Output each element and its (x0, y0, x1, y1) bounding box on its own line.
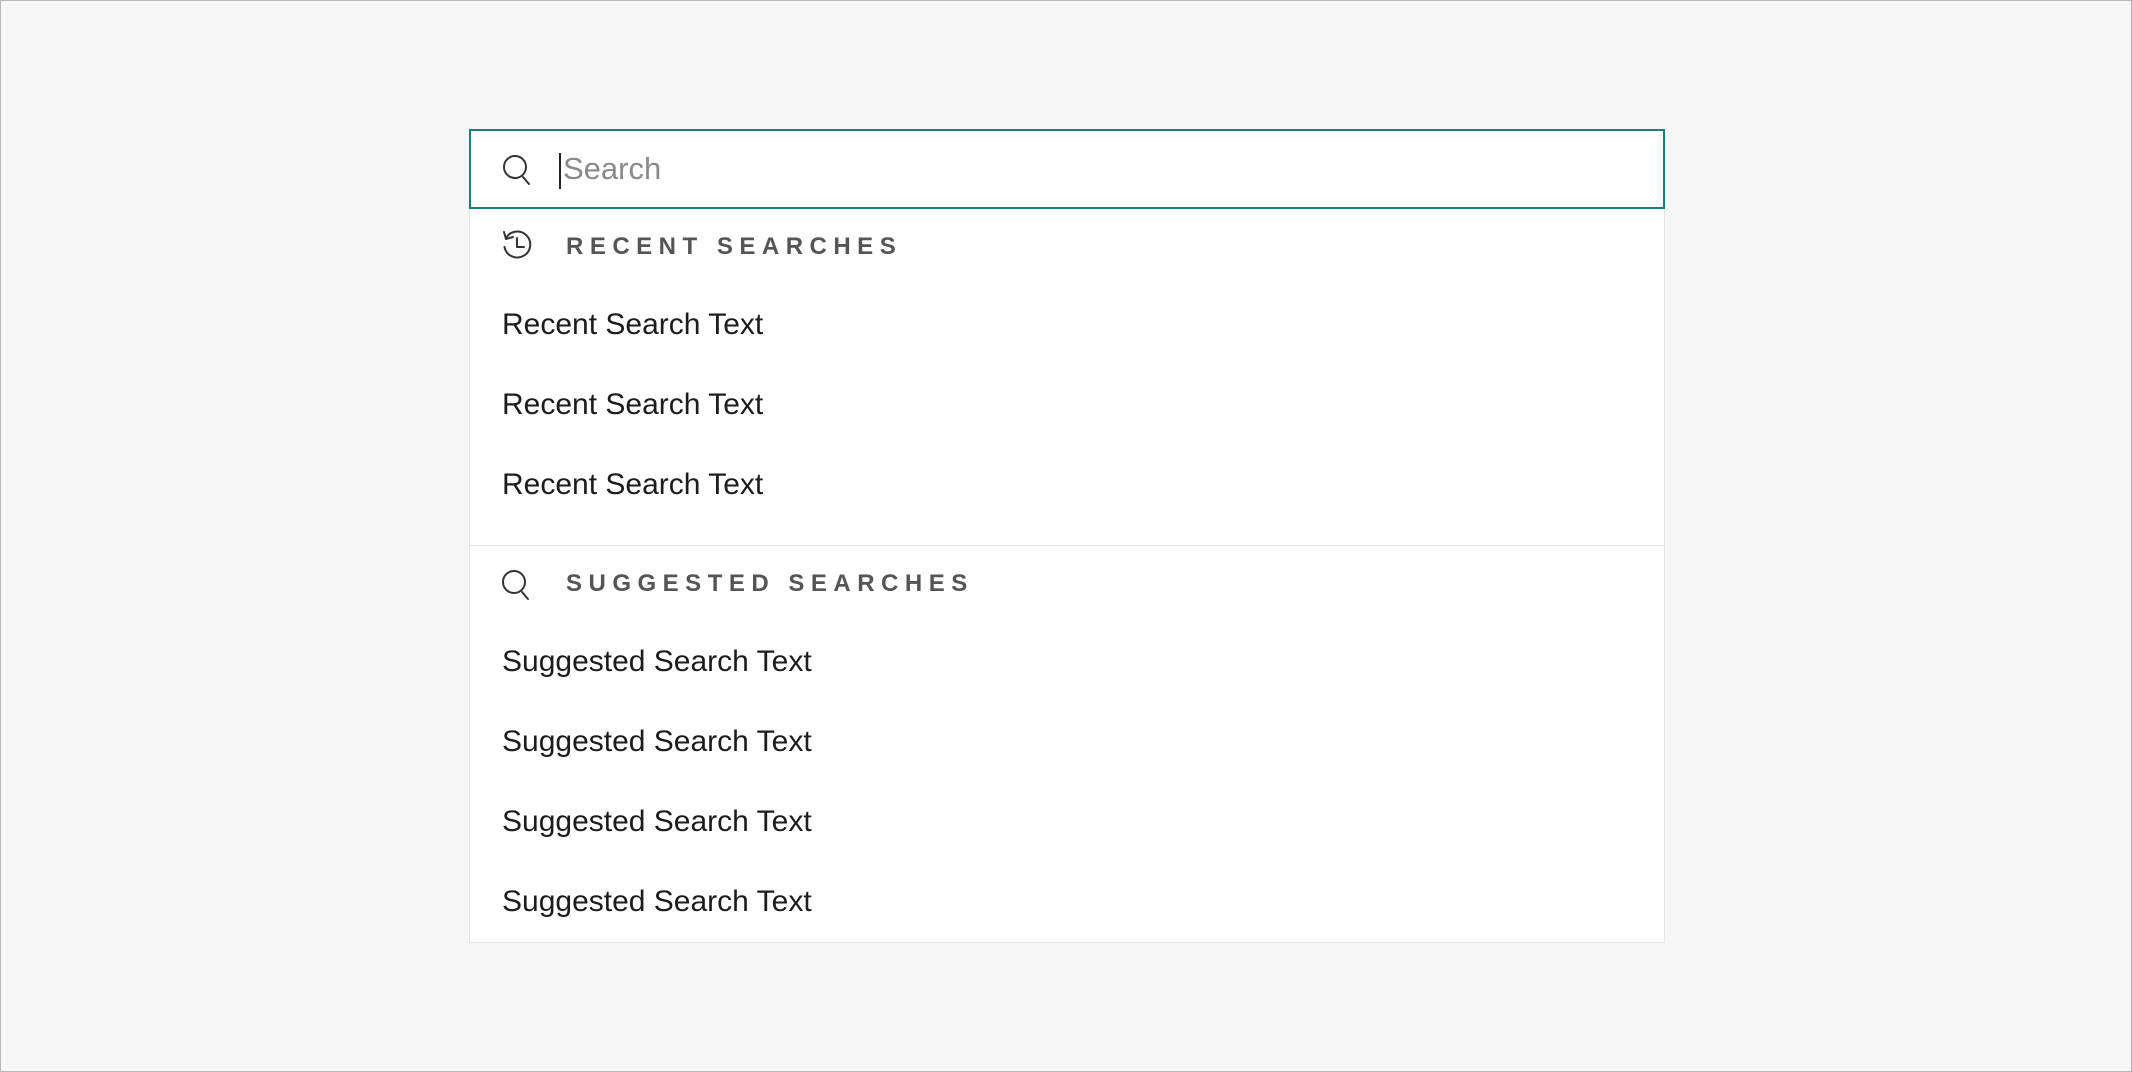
recent-searches-header: RECENT SEARCHES (470, 209, 1664, 285)
suggested-searches-section: SUGGESTED SEARCHES Suggested Search Text… (470, 545, 1664, 942)
search-widget: RECENT SEARCHES Recent Search Text Recen… (469, 129, 1665, 943)
search-icon (501, 153, 535, 187)
suggested-searches-list: Suggested Search Text Suggested Search T… (470, 622, 1664, 942)
recent-search-item[interactable]: Recent Search Text (470, 365, 1664, 445)
suggested-searches-title: SUGGESTED SEARCHES (566, 570, 974, 597)
recent-searches-title: RECENT SEARCHES (566, 233, 903, 260)
page: { "search": { "placeholder": "Search", "… (0, 0, 2132, 1072)
search-dropdown: RECENT SEARCHES Recent Search Text Recen… (469, 209, 1665, 943)
suggested-search-item[interactable]: Suggested Search Text (470, 702, 1664, 782)
recent-searches-section: RECENT SEARCHES Recent Search Text Recen… (470, 209, 1664, 545)
search-input[interactable] (559, 143, 1653, 195)
history-icon (500, 229, 534, 263)
search-icon (500, 568, 534, 602)
recent-search-item[interactable]: Recent Search Text (470, 285, 1664, 365)
search-box[interactable] (469, 129, 1665, 209)
suggested-search-item[interactable]: Suggested Search Text (470, 782, 1664, 862)
suggested-search-item[interactable]: Suggested Search Text (470, 622, 1664, 702)
recent-search-item[interactable]: Recent Search Text (470, 445, 1664, 525)
text-cursor (559, 153, 561, 189)
suggested-search-item[interactable]: Suggested Search Text (470, 862, 1664, 942)
suggested-searches-header: SUGGESTED SEARCHES (470, 546, 1664, 622)
recent-searches-list: Recent Search Text Recent Search Text Re… (470, 285, 1664, 545)
